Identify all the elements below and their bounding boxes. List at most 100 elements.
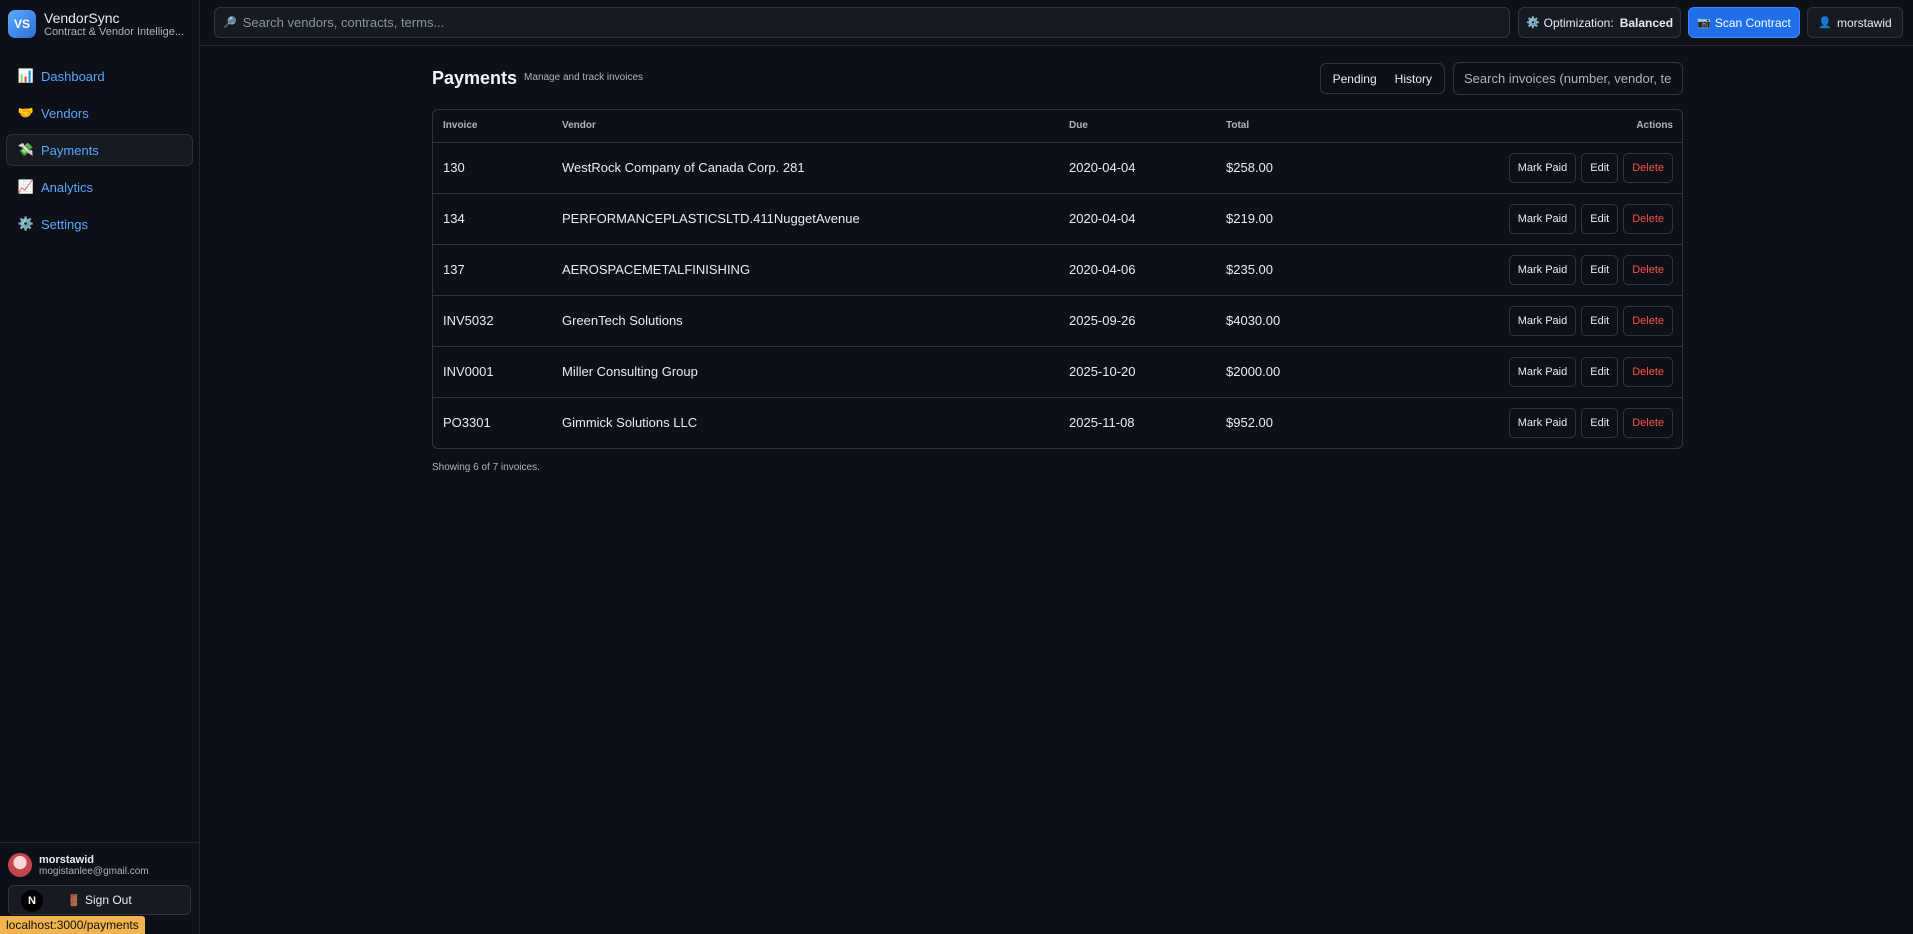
tab-pending[interactable]: Pending [1324,67,1386,90]
gear-icon: ⚙️ [1525,17,1540,29]
invoices-table: Invoice Vendor Due Total Actions 130 West… [432,109,1683,449]
next-dev-indicator-icon[interactable]: N [21,890,43,912]
delete-button[interactable]: Delete [1623,305,1673,336]
sidebar-item-dashboard[interactable]: 📊 Dashboard [6,60,193,92]
cell-actions: Mark Paid Edit Delete [1376,142,1682,194]
main-content: Payments Manage and track invoices Pendi… [432,60,1683,473]
global-search[interactable]: 🔎 [214,7,1510,38]
app-subtitle: Contract & Vendor Intellige... [44,26,185,38]
cell-vendor: Miller Consulting Group [552,346,1059,398]
edit-button[interactable]: Edit [1581,356,1619,387]
sidebar-item-label: Vendors [41,105,89,121]
user-email: mogistanlee@gmail.com [39,865,149,877]
cell-vendor: AEROSPACEMETALFINISHING [552,244,1059,296]
table-header-row: Invoice Vendor Due Total Actions [433,110,1682,143]
avatar [8,853,32,877]
delete-button[interactable]: Delete [1623,356,1673,387]
cell-invoice: PO3301 [443,415,491,431]
column-header-total: Total [1216,110,1376,143]
page-header: Payments Manage and track invoices Pendi… [432,60,1683,97]
table-row: 137 AEROSPACEMETALFINISHING 2020-04-06 $235… [433,244,1682,296]
scan-contract-button[interactable]: 📷 Scan Contract [1688,7,1800,38]
cell-vendor: WestRock Company of Canada Corp. 281 [552,142,1059,194]
delete-button[interactable]: Delete [1623,152,1673,183]
delete-button[interactable]: Delete [1623,407,1673,438]
cell-total: $4030.00 [1216,295,1376,347]
user-menu-label: morstawid [1837,15,1892,30]
status-bar-url: localhost:3000/payments [0,916,145,934]
cell-total: $258.00 [1216,142,1376,194]
table-row: PO3301 Gimmick Solutions LLC 2025-11-08 $95… [433,397,1682,448]
mark-paid-button[interactable]: Mark Paid [1508,356,1577,387]
sidebar-nav: 📊 Dashboard 🤝 Vendors 💸 Payments 📈 Analytics ⚙️ S… [0,48,199,240]
delete-button[interactable]: Delete [1623,203,1673,234]
cell-due: 2020-04-06 [1059,244,1216,296]
door-icon: 🚪 [67,894,81,907]
tab-history[interactable]: History [1386,67,1441,90]
search-icon: 🔎 [223,17,237,29]
mark-paid-button[interactable]: Mark Paid [1508,203,1577,234]
sidebar-item-label: Settings [41,216,88,232]
edit-button[interactable]: Edit [1581,152,1619,183]
cell-total: $2000.00 [1216,346,1376,398]
cell-due: 2025-11-08 [1069,415,1135,431]
sidebar-item-analytics[interactable]: 📈 Analytics [6,171,193,203]
edit-button[interactable]: Edit [1581,407,1619,438]
payments-tabs: Pending History [1319,63,1445,94]
cell-due: 2020-04-04 [1059,142,1216,194]
sidebar-item-payments[interactable]: 💸 Payments [6,134,193,166]
column-header-vendor: Vendor [552,110,1059,143]
results-count: Showing 6 of 7 invoices. [432,462,540,473]
edit-button[interactable]: Edit [1581,254,1619,285]
cell-due: 2025-10-20 [1059,346,1216,398]
cell-total: $235.00 [1216,244,1376,296]
table-row: INV5032 GreenTech Solutions 2025-09-26 $403… [433,295,1682,347]
cell-actions: Mark Paid Edit Delete [1376,244,1682,296]
cell-vendor: Gimmick Solutions LLC [562,415,698,431]
invoice-search-input[interactable] [1464,71,1672,86]
bar-chart-icon: 📊 [17,68,35,83]
handshake-icon: 🤝 [17,105,35,120]
edit-button[interactable]: Edit [1581,305,1619,336]
brand[interactable]: VS VendorSync Contract & Vendor Intellig… [0,0,199,48]
cell-vendor: PERFORMANCEPLASTICSLTD.411NuggetAvenue [552,193,1059,245]
user-icon: 👤 [1818,17,1832,29]
column-header-invoice: Invoice [433,110,552,143]
user-name: morstawid [39,853,95,866]
table-row: 130 WestRock Company of Canada Corp. 281 2… [433,142,1682,194]
edit-button[interactable]: Edit [1581,203,1619,234]
mark-paid-button[interactable]: Mark Paid [1508,152,1577,183]
chart-increasing-icon: 📈 [17,179,35,194]
cell-invoice: 134 [433,193,552,245]
scan-contract-label: Scan Contract [1714,15,1791,30]
cell-due: 2025-09-26 [1059,295,1216,347]
sidebar-item-settings[interactable]: ⚙️ Settings [6,208,193,240]
sign-out-label: Sign Out [85,893,132,907]
cell-total: $219.00 [1216,193,1376,245]
sidebar-item-label: Analytics [41,179,94,195]
cell-invoice: INV5032 [433,295,552,347]
mark-paid-button[interactable]: Mark Paid [1508,254,1577,285]
mark-paid-button[interactable]: Mark Paid [1508,305,1577,336]
sidebar-item-vendors[interactable]: 🤝 Vendors [6,97,193,129]
sign-out-button[interactable]: N 🚪 Sign Out [8,885,191,915]
global-search-input[interactable] [242,15,1509,30]
sidebar-item-label: Payments [41,142,99,158]
optimization-value: Balanced [1619,15,1674,30]
user-menu-button[interactable]: 👤 morstawid [1807,7,1903,38]
cell-invoice: 130 [433,142,552,194]
cell-invoice: 137 [433,244,552,296]
table-row: 134 PERFORMANCEPLASTICSLTD.411NuggetAvenu… [433,193,1682,245]
camera-icon: 📷 [1697,17,1711,29]
optimization-button[interactable]: ⚙️ Optimization: Balanced [1518,7,1681,38]
sidebar: VS VendorSync Contract & Vendor Intellig… [0,0,200,934]
app-logo: VS [8,10,36,38]
mark-paid-button[interactable]: Mark Paid [1508,407,1577,438]
cell-total: $952.00 [1226,415,1273,431]
money-wings-icon: 💸 [17,142,35,157]
delete-button[interactable]: Delete [1623,254,1673,285]
page-title: Payments [432,68,518,88]
invoice-search[interactable] [1453,62,1683,95]
column-header-due: Due [1059,110,1216,143]
topbar: 🔎 ⚙️ Optimization: Balanced 📷 Scan Contr… [200,0,1913,46]
